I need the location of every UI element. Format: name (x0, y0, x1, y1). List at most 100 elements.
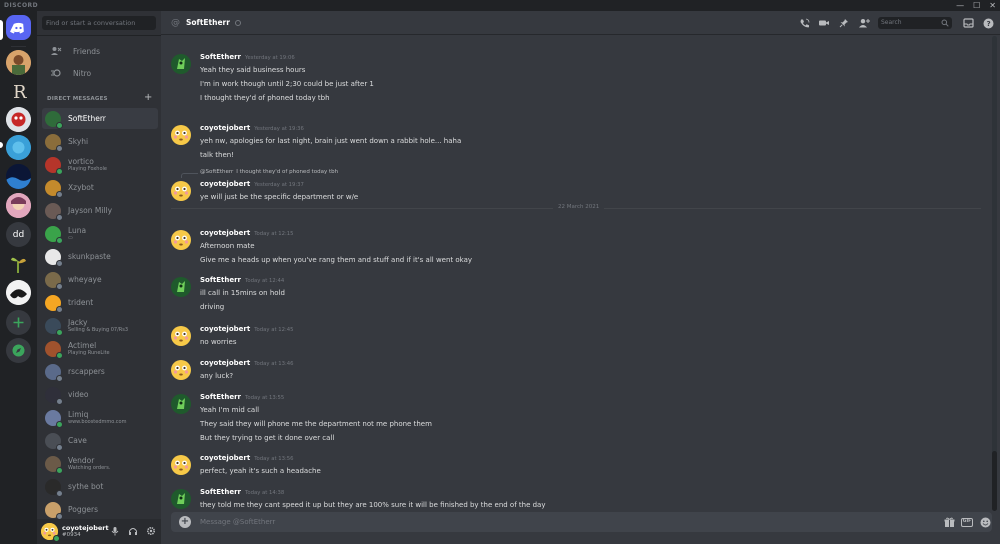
dm-name: SoftEtherr (68, 114, 106, 123)
nav-nitro[interactable]: Nitro (42, 63, 158, 83)
minimize-button[interactable]: — (956, 0, 964, 11)
message-avatar[interactable] (171, 181, 191, 201)
avatar (45, 133, 63, 152)
message-avatar[interactable] (171, 455, 191, 475)
dm-activity: Watching orders. (68, 465, 111, 471)
headphones-icon[interactable] (128, 526, 138, 536)
scrollbar-thumb[interactable] (992, 451, 997, 511)
dm-item-wheyaye[interactable]: wheyaye (42, 269, 158, 290)
message-avatar[interactable] (171, 230, 191, 250)
message-author[interactable]: SoftEtherr (200, 393, 241, 401)
voice-call-icon[interactable] (798, 16, 810, 30)
message-avatar[interactable] (171, 54, 191, 74)
video-call-icon[interactable] (818, 16, 830, 30)
dm-item-cave[interactable]: Cave (42, 430, 158, 451)
dm-item-actimel[interactable]: Actimel Playing RuneLite (42, 338, 158, 359)
server-icon-6[interactable] (6, 193, 31, 218)
dm-item-jacky[interactable]: Jacky Selling & Buying 07/Rs3 (42, 315, 158, 336)
dm-item-poggers[interactable]: Poggers (42, 499, 158, 520)
settings-gear-icon[interactable] (146, 526, 156, 536)
message-avatar[interactable] (171, 489, 191, 509)
close-button[interactable]: ✕ (989, 0, 996, 11)
dm-item-vendor[interactable]: Vendor Watching orders. (42, 453, 158, 474)
microphone-icon[interactable] (110, 526, 120, 536)
gif-picker-button[interactable]: GIF (961, 516, 973, 528)
message-text: But they trying to get it done over call (200, 434, 335, 442)
dm-item-xzybot[interactable]: Xzybot (42, 177, 158, 198)
dm-text: rscappers (68, 367, 105, 376)
server-icon-dd[interactable]: dd (6, 222, 31, 247)
help-icon[interactable]: ? (982, 16, 994, 30)
dm-text: Cave (68, 436, 87, 445)
dm-item-softetherr[interactable]: SoftEtherr (42, 108, 158, 129)
avatar (45, 317, 63, 336)
dm-item-trident[interactable]: trident (42, 292, 158, 313)
user-info[interactable]: coyotejobert #0934 (62, 524, 109, 539)
create-dm-button[interactable]: + (144, 92, 152, 103)
explore-servers-button[interactable] (6, 338, 31, 363)
dm-item-skunkpaste[interactable]: skunkpaste (42, 246, 158, 267)
message-author[interactable]: coyotejobert (200, 229, 250, 237)
dm-item-limiq[interactable]: Limiq www.boostedmmo.com (42, 407, 158, 428)
user-avatar[interactable] (41, 523, 60, 542)
message-avatar[interactable] (171, 326, 191, 346)
message-header: coyotejobert Yesterday at 19:37 (200, 180, 304, 188)
message-text: Afternoon mate (200, 242, 255, 250)
message-author[interactable]: coyotejobert (200, 359, 250, 367)
server-icon-5[interactable] (6, 164, 31, 189)
dm-activity: Playing Foxhole (68, 166, 108, 172)
message-input[interactable]: Message @SoftEtherr (200, 512, 275, 532)
avatar (45, 248, 63, 267)
dm-item-sythe-bot[interactable]: sythe bot (42, 476, 158, 497)
message-header: SoftEtherr Yesterday at 19:06 (200, 53, 295, 61)
dm-item-luna[interactable]: Luna ▭ (42, 223, 158, 244)
dm-text: Limiq www.boostedmmo.com (68, 410, 127, 425)
upload-attachment-button[interactable]: + (179, 516, 191, 528)
server-icon-8[interactable] (6, 280, 31, 305)
nitro-icon (46, 63, 66, 83)
dm-item-vortico[interactable]: vortico Playing Foxhole (42, 154, 158, 175)
message-list[interactable]: i'll shoot you a thing tomorrow when you… (161, 36, 992, 511)
message-author[interactable]: SoftEtherr (200, 276, 241, 284)
server-icon-4[interactable] (6, 135, 31, 160)
dm-item-jayson-milly[interactable]: Jayson Milly (42, 200, 158, 221)
message-author[interactable]: coyotejobert (200, 454, 250, 462)
nav-friends[interactable]: Friends (42, 41, 158, 61)
pinned-messages-icon[interactable] (838, 16, 850, 30)
find-conversation-input[interactable]: Find or start a conversation (42, 16, 156, 30)
server-icon-7[interactable] (6, 251, 31, 276)
message-avatar[interactable] (171, 394, 191, 414)
reply-reference[interactable]: @SoftEtherr I thought they'd of phoned to… (200, 169, 338, 175)
dm-name: Actimel (68, 341, 97, 350)
dm-item-rscappers[interactable]: rscappers (42, 361, 158, 382)
dm-item-video[interactable]: video (42, 384, 158, 405)
dm-text: video (68, 390, 89, 399)
message-author[interactable]: SoftEtherr (200, 488, 241, 496)
message-author[interactable]: coyotejobert (200, 325, 250, 333)
gift-icon[interactable] (943, 516, 955, 528)
avatar (45, 501, 63, 520)
message-author[interactable]: SoftEtherr (200, 53, 241, 61)
message-avatar[interactable] (171, 125, 191, 145)
server-icon-1[interactable] (6, 50, 31, 75)
dm-text: Luna ▭ (68, 226, 86, 241)
server-icon-2[interactable]: R (6, 79, 31, 104)
message-header: SoftEtherr Today at 14:38 (200, 488, 284, 496)
server-icon-3[interactable] (6, 107, 31, 132)
maximize-button[interactable]: ☐ (973, 0, 980, 11)
add-server-button[interactable] (6, 310, 31, 335)
message-author[interactable]: coyotejobert (200, 124, 250, 132)
message-avatar[interactable] (171, 360, 191, 380)
message-author[interactable]: coyotejobert (200, 180, 250, 188)
dm-text: Poggers (68, 505, 98, 514)
message-composer[interactable]: + Message @SoftEtherr GIF (171, 512, 992, 532)
dm-text: Actimel Playing RuneLite (68, 341, 110, 356)
inbox-icon[interactable] (962, 16, 974, 30)
dm-item-skyhi[interactable]: Skyhi (42, 131, 158, 152)
add-friend-to-dm-icon[interactable] (858, 16, 870, 30)
search-input[interactable]: Search (878, 17, 952, 29)
emoji-picker-icon[interactable] (979, 516, 991, 528)
home-button[interactable] (6, 15, 31, 40)
scrollbar-track[interactable] (992, 36, 997, 511)
message-avatar[interactable] (171, 277, 191, 297)
